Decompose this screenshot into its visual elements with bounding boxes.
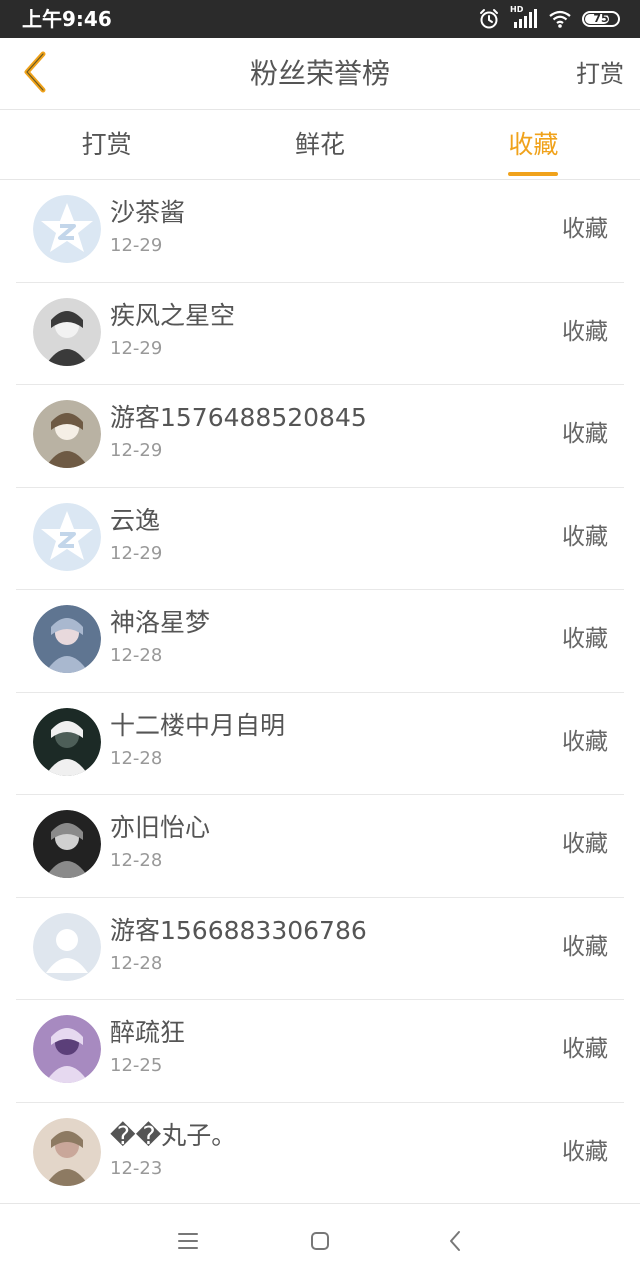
chevron-left-icon (19, 50, 49, 98)
support-type-label: 收藏 (562, 523, 608, 550)
app-screen: 上午9:46 HD 75 粉丝荣誉榜 打赏 打赏 鲜花 收藏 沙茶酱 12-29… (0, 0, 640, 1280)
tab-bar: 打赏 鲜花 收藏 (0, 110, 640, 180)
photo-avatar (33, 400, 101, 468)
support-type-label: 收藏 (562, 318, 608, 345)
fan-name: 醉疏狂 (110, 1018, 186, 1047)
photo-avatar (33, 1117, 101, 1186)
support-type-label: 收藏 (562, 831, 608, 857)
fan-date: 12-28 (110, 952, 163, 974)
system-back-button[interactable] (440, 1228, 470, 1258)
fan-name: 疾风之星空 (110, 300, 236, 330)
menu-button[interactable] (173, 1228, 203, 1258)
support-type-label: 收藏 (562, 933, 608, 960)
fan-name: 亦旧怡心 (110, 813, 211, 842)
fan-date: 12-25 (110, 1055, 163, 1076)
tab-label: 收藏 (508, 110, 559, 180)
photo-avatar (33, 297, 101, 366)
fan-date: 12-29 (110, 337, 163, 359)
fan-name: 游客1566883306786 (110, 915, 367, 945)
fan-list-item[interactable]: ��丸子。 12-23 收藏 (16, 1103, 624, 1205)
photo-avatar (33, 1015, 101, 1083)
support-type-label: 收藏 (562, 421, 608, 447)
fan-list-item[interactable]: 亦旧怡心 12-28 收藏 (16, 795, 624, 898)
default-z-avatar (33, 502, 101, 571)
active-tab-indicator (508, 171, 559, 176)
back-icon (447, 1230, 463, 1256)
fan-list-item[interactable]: 沙茶酱 12-29 收藏 (16, 180, 624, 283)
battery-icon: 75 (582, 11, 620, 27)
default-z-avatar (33, 195, 101, 263)
fan-name: 游客1576488520845 (110, 403, 367, 432)
tab-label: 打赏 (81, 129, 132, 159)
system-nav-bar (0, 1203, 640, 1280)
fan-name: 神洛星梦 (110, 608, 211, 637)
home-button[interactable] (305, 1228, 335, 1258)
fan-date: 12-23 (110, 1157, 163, 1179)
wifi-icon (548, 9, 572, 29)
support-type-label: 收藏 (562, 216, 608, 242)
photo-avatar (33, 810, 101, 878)
status-icons: HD 75 (478, 5, 620, 32)
battery-level: 75 (593, 12, 609, 25)
alarm-icon (478, 8, 500, 30)
menu-icon (177, 1231, 199, 1255)
signal-icon: HD (510, 5, 538, 30)
status-time: 上午9:46 (22, 7, 112, 31)
fan-date: 12-28 (110, 645, 163, 666)
tab-2[interactable]: 收藏 (427, 110, 640, 179)
fan-name: 十二楼中月自明 (110, 710, 286, 740)
fan-date: 12-29 (110, 440, 163, 461)
photo-avatar (33, 707, 101, 776)
fan-date: 12-29 (110, 542, 163, 564)
fan-date: 12-28 (110, 747, 163, 769)
fan-list-item[interactable]: 醉疏狂 12-25 收藏 (16, 1000, 624, 1103)
back-button[interactable] (10, 50, 58, 98)
fan-name: ��丸子。 (110, 1120, 237, 1150)
fan-name: 云逸 (110, 505, 161, 535)
battery-body: 75 (582, 11, 620, 27)
tab-0[interactable]: 打赏 (0, 110, 213, 179)
fan-list-item[interactable]: 神洛星梦 12-28 收藏 (16, 590, 624, 693)
default-person-avatar (33, 912, 101, 981)
fan-name: 沙茶酱 (110, 198, 186, 227)
fan-list-item[interactable]: 疾风之星空 12-29 收藏 (16, 283, 624, 385)
page-title: 粉丝荣誉榜 (249, 57, 390, 90)
fan-date: 12-28 (110, 850, 163, 871)
support-type-label: 收藏 (562, 728, 608, 755)
support-type-label: 收藏 (562, 626, 608, 652)
fan-list-item[interactable]: 游客1576488520845 12-29 收藏 (16, 385, 624, 488)
photo-avatar (33, 605, 101, 673)
fan-list-item[interactable]: 云逸 12-29 收藏 (16, 488, 624, 590)
home-icon (309, 1230, 331, 1256)
fan-list-item[interactable]: 十二楼中月自明 12-28 收藏 (16, 693, 624, 795)
header: 粉丝荣誉榜 打赏 (0, 38, 640, 110)
fan-list: 沙茶酱 12-29 收藏 疾风之星空 12-29 收藏 游客1576488520845 12-… (0, 180, 640, 1205)
status-bar: 上午9:46 HD 75 (0, 0, 640, 38)
support-type-label: 收藏 (562, 1036, 608, 1062)
tab-label: 鲜花 (294, 129, 345, 159)
reward-action-button[interactable]: 打赏 (576, 56, 624, 92)
tab-1[interactable]: 鲜花 (213, 110, 426, 179)
fan-date: 12-29 (110, 235, 163, 256)
support-type-label: 收藏 (562, 1138, 608, 1165)
fan-list-item[interactable]: 游客1566883306786 12-28 收藏 (16, 898, 624, 1000)
